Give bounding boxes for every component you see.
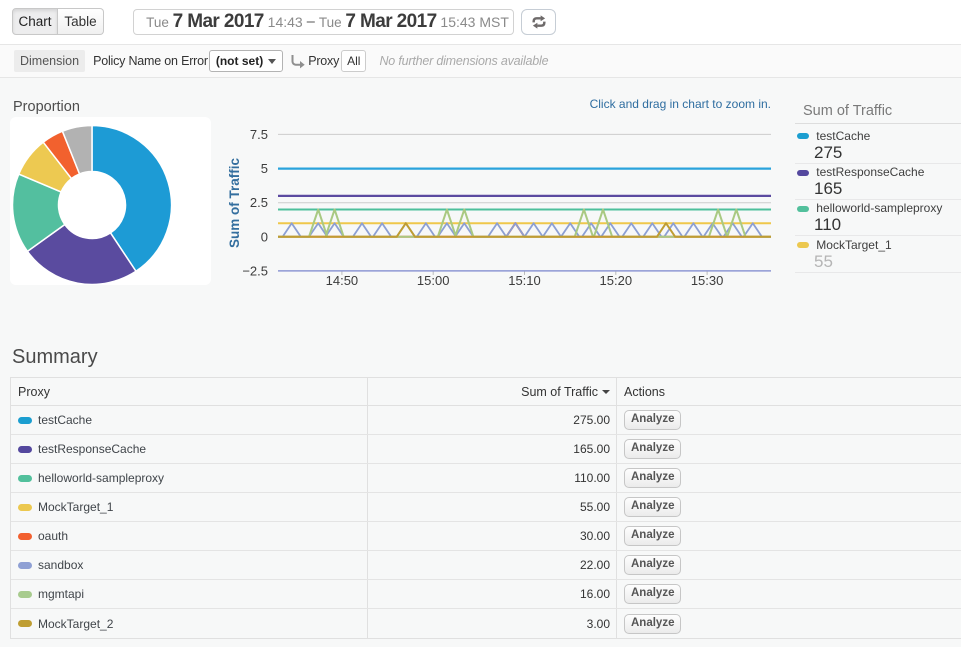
svg-text:15:20: 15:20 — [600, 273, 633, 288]
svg-text:15:10: 15:10 — [508, 273, 541, 288]
svg-text:5: 5 — [261, 161, 268, 176]
svg-text:14:50: 14:50 — [326, 273, 359, 288]
svg-text:15:00: 15:00 — [417, 273, 450, 288]
svg-text:2.5: 2.5 — [250, 195, 268, 210]
svg-text:Sum of Traffic: Sum of Traffic — [227, 158, 242, 249]
svg-text:0: 0 — [261, 229, 268, 244]
svg-text:−2.5: −2.5 — [242, 263, 268, 278]
svg-text:Click and drag in chart to zoo: Click and drag in chart to zoom in. — [590, 97, 771, 111]
svg-text:7.5: 7.5 — [250, 127, 268, 142]
svg-text:15:30: 15:30 — [691, 273, 724, 288]
